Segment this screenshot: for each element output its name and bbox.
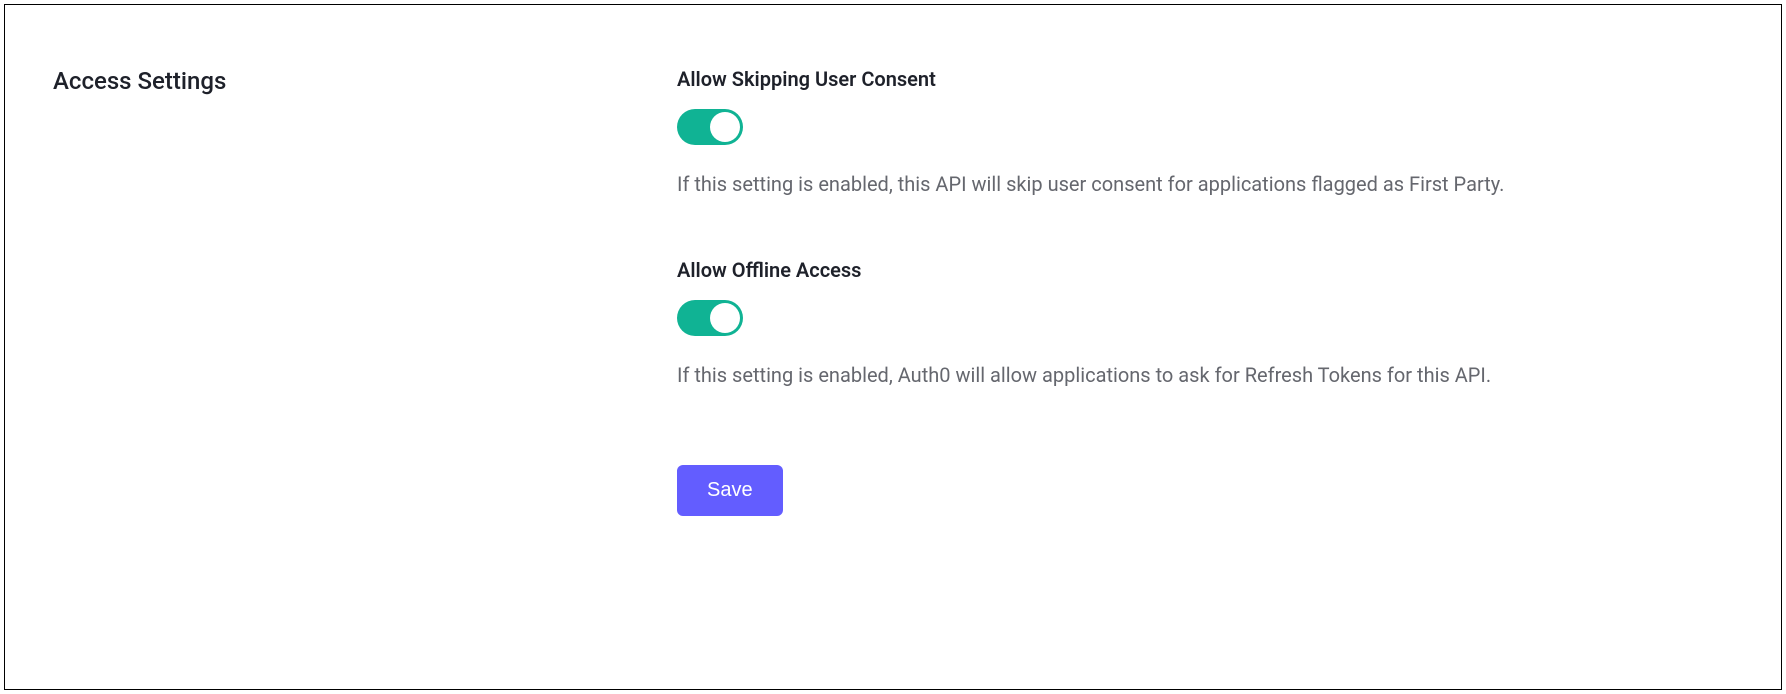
access-settings-panel: Access Settings Allow Skipping User Cons… xyxy=(4,4,1782,690)
section-title: Access Settings xyxy=(53,67,677,95)
settings-column: Allow Skipping User Consent If this sett… xyxy=(677,67,1733,627)
toggle-knob-icon xyxy=(710,303,740,333)
setting-skip-consent-label: Allow Skipping User Consent xyxy=(677,67,1513,91)
setting-offline-access-description: If this setting is enabled, Auth0 will a… xyxy=(677,358,1513,393)
setting-skip-consent: Allow Skipping User Consent If this sett… xyxy=(677,67,1513,202)
toggle-knob-icon xyxy=(710,112,740,142)
setting-offline-access-label: Allow Offline Access xyxy=(677,258,1513,282)
toggle-skip-consent[interactable] xyxy=(677,109,743,145)
toggle-offline-access[interactable] xyxy=(677,300,743,336)
setting-offline-access: Allow Offline Access If this setting is … xyxy=(677,258,1513,393)
setting-skip-consent-description: If this setting is enabled, this API wil… xyxy=(677,167,1513,202)
section-header-column: Access Settings xyxy=(53,67,677,627)
save-button[interactable]: Save xyxy=(677,465,783,516)
